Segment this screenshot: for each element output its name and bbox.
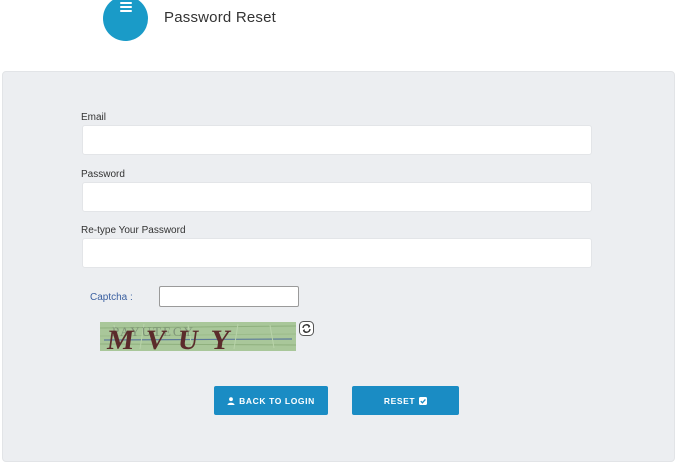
reset-label: RESET [383,395,416,406]
back-to-login-label: BACK TO LOGIN [239,395,315,406]
retype-password-label: Re-type Your Password [81,225,186,236]
refresh-icon[interactable] [299,321,314,336]
email-label: Email [81,112,107,123]
check-square-icon [419,396,428,405]
password-label: Password [81,169,125,180]
captcha-text: MVUY [105,325,244,351]
captcha-image: PAYUTECY MVUY [100,322,296,351]
back-to-login-button[interactable]: BACK TO LOGIN [214,386,328,415]
reset-button[interactable]: RESET [352,386,459,415]
user-icon [227,396,235,405]
captcha-input[interactable] [159,286,299,307]
page-header: Password Reset [0,0,681,70]
email-field[interactable] [82,125,592,155]
captcha-label: Captcha : [90,292,133,303]
menu-icon[interactable] [103,0,148,41]
retype-password-field[interactable] [82,238,592,268]
password-field[interactable] [82,182,592,212]
page-title: Password Reset [164,9,277,26]
